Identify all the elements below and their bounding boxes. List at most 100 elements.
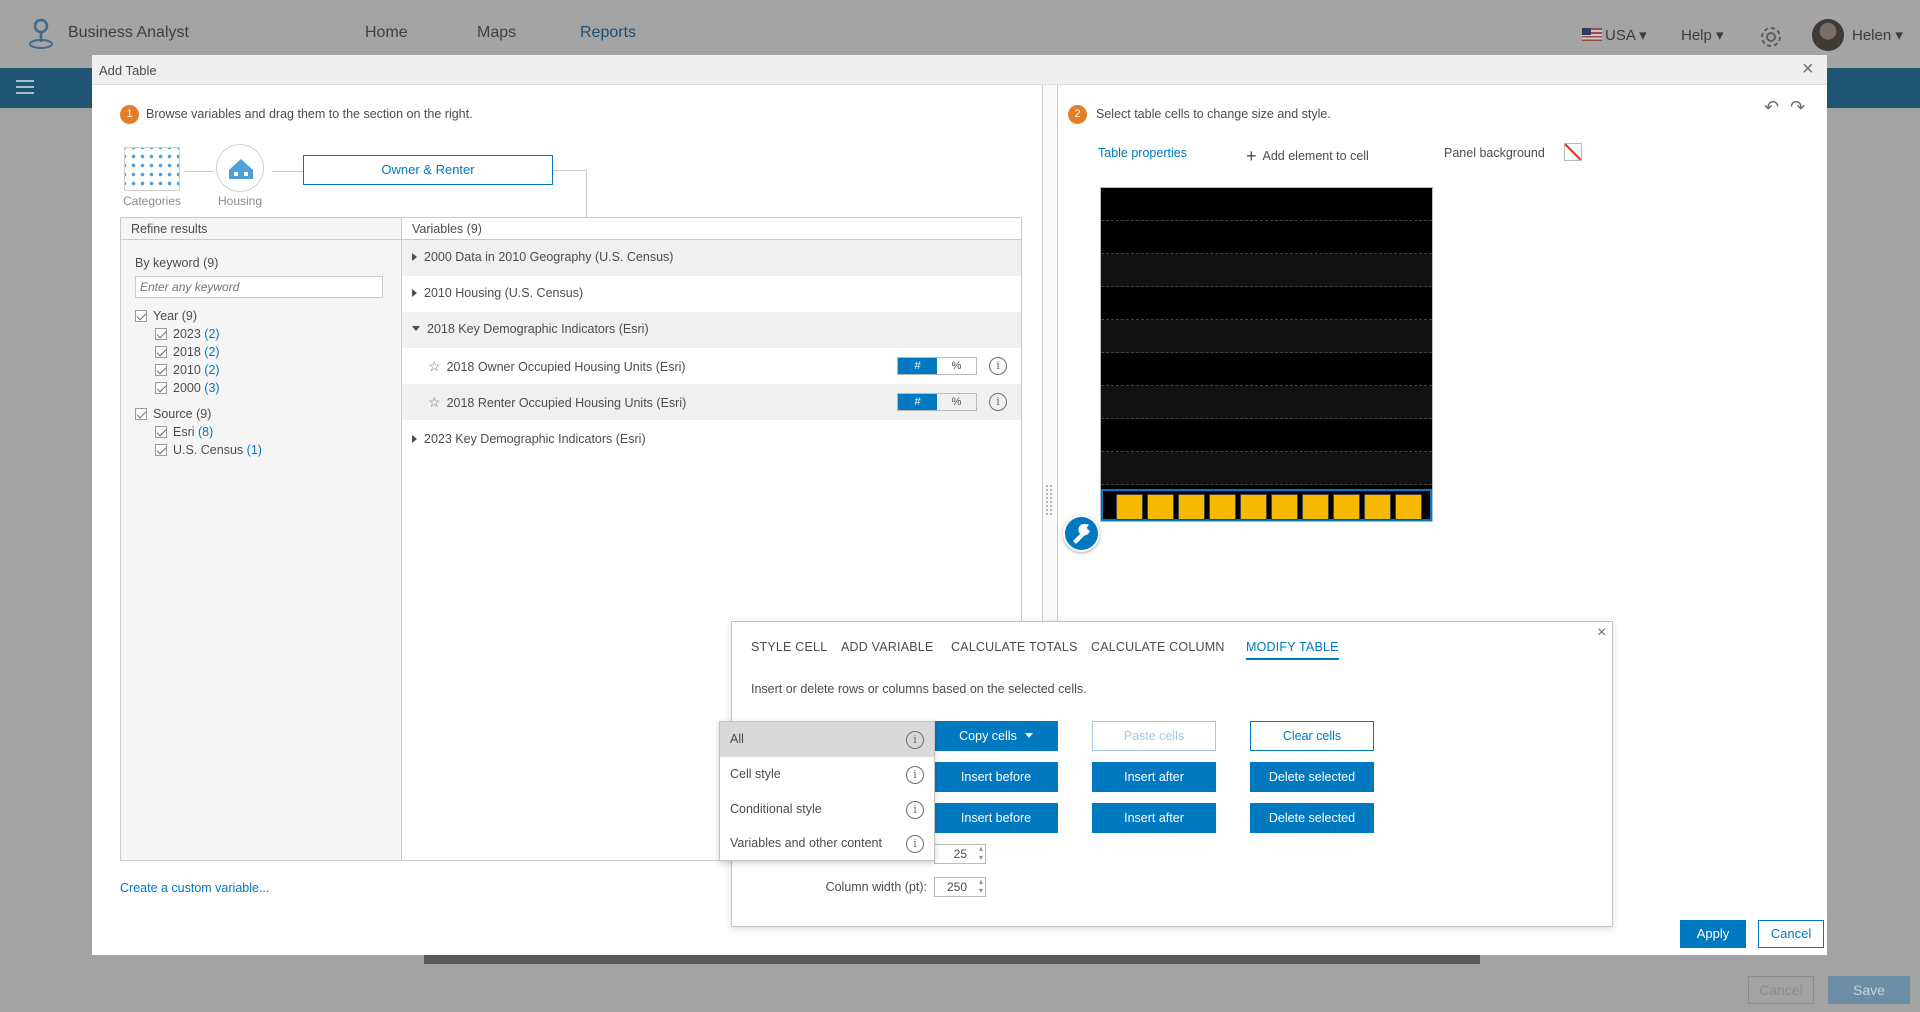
checkbox-icon[interactable] bbox=[135, 408, 147, 420]
menu-item-cell-style[interactable]: Cell style i bbox=[720, 757, 934, 792]
checkbox-icon[interactable] bbox=[155, 426, 167, 438]
redo-icon[interactable]: ↷ bbox=[1790, 97, 1805, 118]
filter-year-2000[interactable]: 2000 (3) bbox=[155, 381, 220, 395]
nav-reports[interactable]: Reports bbox=[580, 24, 636, 42]
table-row[interactable] bbox=[1101, 320, 1432, 353]
breadcrumb-housing[interactable]: Housing bbox=[208, 144, 272, 208]
checkbox-icon[interactable] bbox=[155, 382, 167, 394]
table-row[interactable] bbox=[1101, 353, 1432, 386]
user-menu[interactable]: Helen ▾ bbox=[1852, 26, 1903, 44]
filter-year-2010[interactable]: 2010 (2) bbox=[155, 363, 220, 377]
delete-column-button[interactable]: Delete selected bbox=[1250, 803, 1374, 833]
filter-year[interactable]: Year (9) bbox=[135, 309, 197, 323]
table-row[interactable] bbox=[1101, 419, 1432, 452]
column-width-input[interactable]: 250 bbox=[934, 877, 986, 897]
menu-item-conditional-style[interactable]: Conditional style i bbox=[720, 792, 934, 827]
toggle-percent[interactable]: % bbox=[937, 358, 976, 374]
filter-year-2023[interactable]: 2023 (2) bbox=[155, 327, 220, 341]
table-row[interactable] bbox=[1101, 386, 1432, 419]
selected-table-row[interactable] bbox=[1101, 489, 1432, 521]
menu-item-all[interactable]: All i bbox=[720, 722, 934, 757]
table-cell[interactable] bbox=[1147, 494, 1174, 520]
country-selector[interactable]: USA ▾ bbox=[1582, 26, 1647, 44]
variable-group[interactable]: 2000 Data in 2010 Geography (U.S. Census… bbox=[402, 240, 1021, 276]
table-row[interactable] bbox=[1101, 221, 1432, 254]
table-cell[interactable] bbox=[1209, 494, 1236, 520]
checkbox-icon[interactable] bbox=[155, 444, 167, 456]
variable-group[interactable]: 2023 Key Demographic Indicators (Esri) bbox=[402, 422, 1021, 458]
table-cell[interactable] bbox=[1116, 494, 1143, 520]
create-custom-variable-link[interactable]: Create a custom variable... bbox=[120, 881, 269, 895]
variable-group-expanded[interactable]: 2018 Key Demographic Indicators (Esri) bbox=[402, 312, 1021, 348]
keyword-input[interactable] bbox=[135, 276, 383, 298]
info-icon[interactable]: i bbox=[906, 731, 924, 749]
close-icon[interactable]: × bbox=[1597, 624, 1606, 642]
checkbox-icon[interactable] bbox=[155, 346, 167, 358]
variable-group[interactable]: 2010 Housing (U.S. Census) bbox=[402, 276, 1021, 312]
info-icon[interactable]: i bbox=[989, 357, 1007, 375]
table-row[interactable] bbox=[1101, 452, 1432, 485]
info-icon[interactable]: i bbox=[906, 766, 924, 784]
variable-item[interactable]: ☆ 2018 Renter Occupied Housing Units (Esr… bbox=[402, 384, 1021, 420]
undo-icon[interactable]: ↶ bbox=[1764, 97, 1779, 118]
tab-calculate-column[interactable]: CALCULATE COLUMN bbox=[1091, 640, 1225, 654]
variable-item[interactable]: ☆ 2018 Owner Occupied Housing Units (Esri… bbox=[402, 348, 1021, 384]
table-cell[interactable] bbox=[1302, 494, 1329, 520]
apply-button[interactable]: Apply bbox=[1680, 920, 1746, 948]
info-icon[interactable]: i bbox=[989, 393, 1007, 411]
info-icon[interactable]: i bbox=[906, 835, 924, 853]
clear-cells-button[interactable]: Clear cells bbox=[1250, 721, 1374, 751]
avatar[interactable] bbox=[1812, 19, 1844, 51]
nav-home[interactable]: Home bbox=[365, 24, 408, 42]
table-cell[interactable] bbox=[1240, 494, 1267, 520]
help-menu[interactable]: Help ▾ bbox=[1681, 26, 1724, 44]
number-percent-toggle[interactable]: #% bbox=[897, 357, 977, 375]
menu-item-variables-content[interactable]: Variables and other content i bbox=[720, 826, 934, 861]
toggle-percent[interactable]: % bbox=[937, 394, 976, 410]
filter-year-2018[interactable]: 2018 (2) bbox=[155, 345, 220, 359]
table-cell[interactable] bbox=[1333, 494, 1360, 520]
filter-source-census[interactable]: U.S. Census (1) bbox=[155, 443, 262, 457]
filter-source-esri[interactable]: Esri (8) bbox=[155, 425, 213, 439]
gear-icon[interactable] bbox=[1758, 24, 1784, 50]
insert-row-before-button[interactable]: Insert before bbox=[934, 762, 1058, 792]
checkbox-icon[interactable] bbox=[155, 328, 167, 340]
table-cell[interactable] bbox=[1178, 494, 1205, 520]
add-element-button[interactable]: + Add element to cell bbox=[1246, 146, 1369, 167]
table-row[interactable] bbox=[1101, 287, 1432, 320]
tab-calculate-totals[interactable]: CALCULATE TOTALS bbox=[951, 640, 1078, 654]
insert-column-before-button[interactable]: Insert before bbox=[934, 803, 1058, 833]
nav-maps[interactable]: Maps bbox=[477, 24, 516, 42]
table-properties-link[interactable]: Table properties bbox=[1098, 146, 1187, 160]
app-logo-icon[interactable] bbox=[28, 16, 54, 50]
table-cell[interactable] bbox=[1395, 494, 1422, 520]
panel-background-swatch[interactable] bbox=[1564, 143, 1582, 161]
checkbox-icon[interactable] bbox=[135, 310, 147, 322]
tab-add-variable[interactable]: ADD VARIABLE bbox=[841, 640, 933, 654]
row-height-input[interactable]: 25 bbox=[934, 844, 986, 864]
toggle-number[interactable]: # bbox=[898, 394, 937, 410]
cancel-button[interactable]: Cancel bbox=[1758, 920, 1824, 948]
star-icon[interactable]: ☆ bbox=[428, 394, 441, 410]
filter-source[interactable]: Source (9) bbox=[135, 407, 211, 421]
star-icon[interactable]: ☆ bbox=[428, 358, 441, 374]
tab-style-cell[interactable]: STYLE CELL bbox=[751, 640, 827, 654]
info-icon[interactable]: i bbox=[906, 801, 924, 819]
breadcrumb-categories[interactable]: Categories bbox=[120, 147, 184, 208]
splitter-grip-icon[interactable] bbox=[1046, 485, 1052, 515]
close-icon[interactable]: × bbox=[1802, 59, 1814, 79]
copy-cells-button[interactable]: Copy cells bbox=[934, 721, 1058, 751]
insert-column-after-button[interactable]: Insert after bbox=[1092, 803, 1216, 833]
number-percent-toggle[interactable]: #% bbox=[897, 393, 977, 411]
background-save-button[interactable]: Save bbox=[1828, 976, 1910, 1004]
table-row[interactable] bbox=[1101, 254, 1432, 287]
delete-row-button[interactable]: Delete selected bbox=[1250, 762, 1374, 792]
tab-modify-table[interactable]: MODIFY TABLE bbox=[1246, 640, 1339, 660]
table-cell[interactable] bbox=[1271, 494, 1298, 520]
insert-row-after-button[interactable]: Insert after bbox=[1092, 762, 1216, 792]
table-row[interactable] bbox=[1101, 188, 1432, 221]
breadcrumb-current[interactable]: Owner & Renter bbox=[303, 155, 553, 185]
toggle-number[interactable]: # bbox=[898, 358, 937, 374]
hamburger-menu-icon[interactable] bbox=[16, 80, 34, 94]
background-cancel-button[interactable]: Cancel bbox=[1748, 976, 1814, 1004]
